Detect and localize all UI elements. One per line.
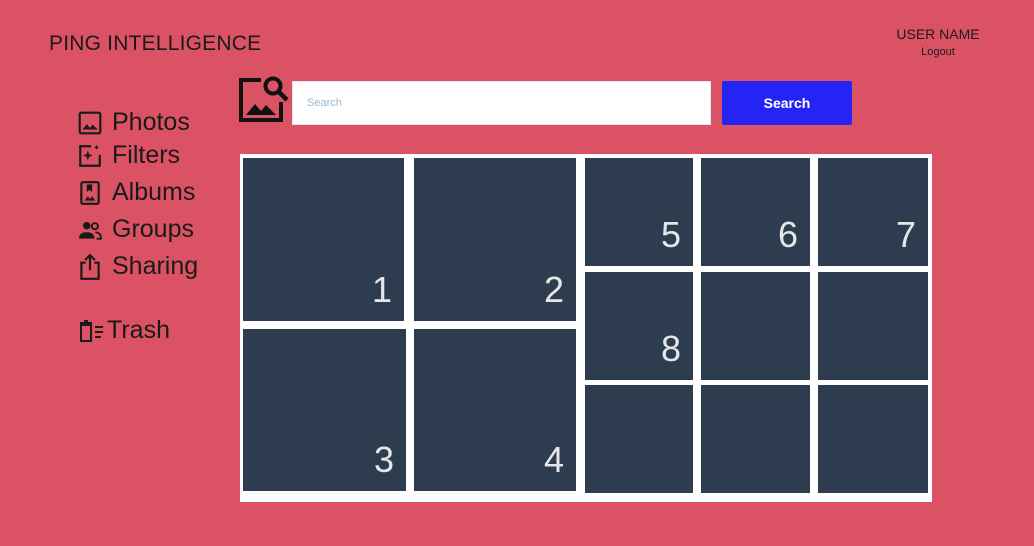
search-button[interactable]: Search — [722, 81, 852, 125]
tile-number: 2 — [543, 269, 564, 310]
groups-icon — [77, 216, 105, 244]
search-input[interactable] — [292, 81, 711, 125]
sidebar-item-albums[interactable]: Albums — [77, 178, 195, 207]
sidebar-item-filters[interactable]: Filters — [77, 141, 180, 170]
logout-link[interactable]: Logout — [888, 46, 988, 58]
tile-number: 8 — [660, 328, 681, 369]
sidebar-item-trash[interactable]: Trash — [77, 316, 170, 345]
photo-tile[interactable]: 2 — [414, 158, 576, 321]
image-search-icon[interactable] — [237, 74, 289, 124]
user-name: USER NAME — [896, 26, 980, 42]
photo-tile[interactable] — [585, 385, 693, 493]
tile-number: 4 — [543, 439, 564, 480]
photo-tile[interactable]: 3 — [243, 329, 406, 491]
photo-tile[interactable] — [818, 272, 928, 380]
sidebar-item-groups[interactable]: Groups — [77, 215, 194, 244]
sidebar-item-label: Sharing — [112, 252, 199, 280]
tile-number: 1 — [371, 269, 392, 310]
photo-gallery: 1 2 5 6 7 8 3 4 — [240, 154, 932, 502]
photo-tile[interactable] — [818, 385, 928, 493]
photo-tile[interactable]: 1 — [243, 158, 404, 321]
tile-number: 5 — [660, 214, 681, 255]
share-icon — [77, 253, 105, 281]
app-title: PING INTELLIGENCE — [49, 32, 262, 55]
album-icon — [77, 179, 105, 207]
tile-number: 6 — [777, 214, 798, 255]
photo-tile[interactable]: 5 — [585, 158, 693, 266]
user-box: USER NAME Logout — [888, 26, 988, 58]
sidebar-item-photos[interactable]: Photos — [77, 108, 190, 137]
photo-tile[interactable] — [701, 272, 810, 380]
sidebar-item-label: Filters — [112, 141, 181, 169]
photo-tile[interactable]: 7 — [818, 158, 928, 266]
sidebar-item-label: Photos — [112, 108, 190, 136]
photo-tile[interactable]: 8 — [585, 272, 693, 380]
photo-tile[interactable]: 6 — [701, 158, 810, 266]
photo-tile[interactable]: 4 — [414, 329, 576, 491]
photo-tile[interactable] — [701, 385, 810, 493]
sidebar-item-label: Albums — [112, 178, 196, 206]
image-icon — [77, 109, 105, 137]
sidebar-item-label: Trash — [107, 316, 170, 344]
trash-icon — [77, 317, 105, 345]
sidebar-item-label: Groups — [112, 215, 194, 243]
filter-sparkle-icon — [77, 142, 105, 170]
tile-number: 3 — [373, 439, 394, 480]
sidebar-item-sharing[interactable]: Sharing — [77, 252, 198, 281]
tile-number: 7 — [895, 214, 916, 255]
